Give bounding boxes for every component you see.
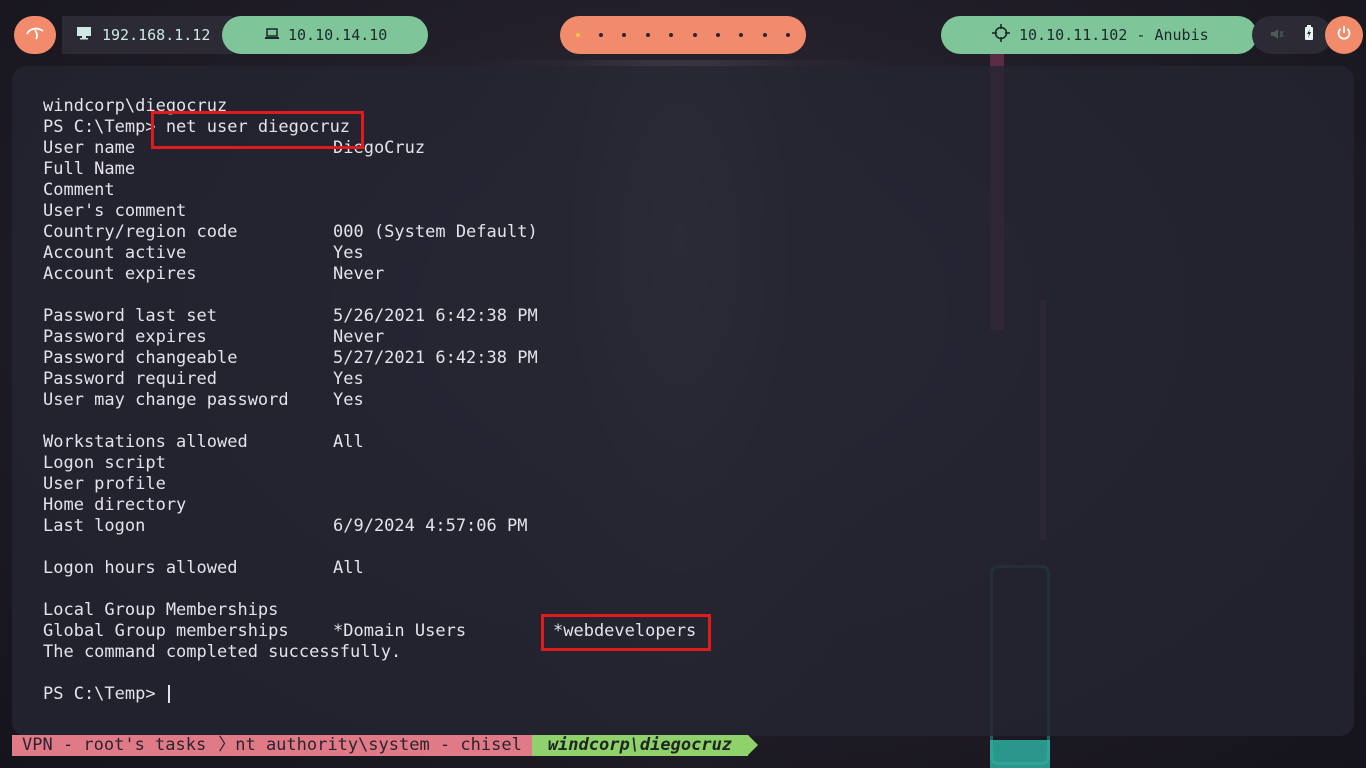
terminal-line: Country/region code 000 (System Default) — [43, 222, 538, 243]
terminal-line-value: Yes — [333, 243, 364, 263]
terminal-line-value: 5/27/2021 6:42:38 PM — [333, 348, 538, 368]
workspace-8[interactable] — [739, 33, 744, 37]
kali-menu-button[interactable] — [14, 16, 56, 54]
terminal-line: Home directory — [43, 495, 186, 516]
volume-icon[interactable] — [1270, 26, 1284, 44]
terminal-line: Global Group memberships *Domain Users *we… — [43, 621, 696, 642]
workspace-4[interactable] — [645, 33, 650, 37]
terminal-line: User may change password Yes — [43, 390, 364, 411]
terminal-line-label: Password expires — [43, 327, 207, 347]
crosshair-icon — [992, 24, 1010, 46]
terminal-line: Workstations allowed All — [43, 432, 364, 453]
terminal-line: Password required Yes — [43, 369, 364, 390]
terminal-line-label: PS C:\Temp> — [43, 684, 166, 704]
terminal-line-label: Password last set — [43, 306, 217, 326]
kali-dragon-icon — [25, 25, 45, 45]
terminal-line: User's comment — [43, 201, 186, 222]
workspace-3[interactable] — [622, 33, 627, 37]
terminal-line: User name DiegoCruz — [43, 138, 425, 159]
terminal-line-label: User profile — [43, 474, 166, 494]
terminal-line-label: Password required — [43, 369, 217, 389]
terminal-line: Account expires Never — [43, 264, 384, 285]
terminal-line: The command completed successfully. — [43, 642, 401, 663]
terminal-line-label: Account expires — [43, 264, 197, 284]
top-bar: 192.168.1.12 10.10.14.10 10.10.11.102 - … — [0, 0, 1366, 66]
laptop-icon — [264, 26, 280, 44]
terminal-line-label: Password changeable — [43, 348, 238, 368]
terminal-line-label: User's comment — [43, 201, 187, 221]
monitor-icon — [76, 26, 92, 44]
target-widget[interactable]: 10.10.11.102 - Anubis — [941, 16, 1257, 54]
workspace-5[interactable] — [669, 33, 674, 37]
vpn-ip-widget[interactable]: 10.10.14.10 — [222, 16, 428, 54]
terminal-line-value: 000 (System Default) — [333, 222, 538, 242]
terminal-line: Local Group Memberships — [43, 600, 278, 621]
text-cursor — [167, 685, 170, 703]
terminal-line: Full Name — [43, 159, 135, 180]
terminal-line-value: Never — [333, 327, 385, 347]
highlight-webdevelopers-box — [541, 614, 711, 651]
workspace-6[interactable] — [692, 33, 697, 37]
highlight-command-box — [151, 111, 364, 149]
terminal-line-label: Last logon — [43, 516, 146, 536]
terminal-line-value: All — [333, 558, 364, 578]
terminal-line-label: Home directory — [43, 495, 187, 515]
local-ip-widget[interactable]: 192.168.1.12 — [62, 16, 232, 54]
status-window-active[interactable]: windcorp\diegocruz — [531, 735, 749, 756]
status-arrow — [748, 735, 759, 755]
terminal-line-label: Full Name — [43, 159, 136, 179]
terminal-line-value: Yes — [333, 390, 364, 410]
terminal-line-label: Logon hours allowed — [43, 558, 238, 578]
power-button[interactable] — [1325, 16, 1363, 54]
terminal-line-label: Global Group memberships — [43, 621, 289, 641]
terminal-line-value: 5/26/2021 6:42:38 PM — [333, 306, 538, 326]
terminal-line-label: Local Group Memberships — [43, 600, 279, 620]
terminal-line: Comment — [43, 180, 115, 201]
terminal-line-label: User name — [43, 138, 136, 158]
workspace-2[interactable] — [599, 33, 604, 37]
status-window-chisel[interactable]: 〉nt authority\system - chisel — [214, 735, 532, 756]
battery-icon[interactable] — [1304, 25, 1314, 45]
terminal-line-label: User may change password — [43, 390, 289, 410]
status-window-vpn[interactable]: VPN - root's tasks — [12, 735, 215, 756]
terminal-line-value: Yes — [333, 369, 364, 389]
workspace-9[interactable] — [762, 33, 767, 37]
terminal-line: Logon script — [43, 453, 166, 474]
terminal-line: PS C:\Temp> — [43, 684, 170, 705]
vpn-ip-text: 10.10.14.10 — [288, 26, 388, 44]
terminal-line-label: Country/region code — [43, 222, 238, 242]
terminal-line-value: All — [333, 432, 364, 452]
terminal-line-value: Never — [333, 264, 385, 284]
terminal-line: Last logon 6/9/2024 4:57:06 PM — [43, 516, 527, 537]
terminal-line: Password last set 5/26/2021 6:42:38 PM — [43, 306, 538, 327]
workspace-7[interactable] — [716, 33, 721, 37]
terminal-line-value: *Domain Users — [333, 621, 467, 641]
terminal-line-label: Logon script — [43, 453, 166, 473]
terminal-line-label: Comment — [43, 180, 115, 200]
power-icon — [1336, 25, 1352, 45]
terminal-line-label: Account active — [43, 243, 187, 263]
target-text: 10.10.11.102 - Anubis — [1019, 26, 1209, 44]
terminal-line: Password expires Never — [43, 327, 384, 348]
terminal-line: Account active Yes — [43, 243, 364, 264]
terminal-line-value: 6/9/2024 4:57:06 PM — [333, 516, 528, 536]
terminal-window[interactable]: windcorp\diegocruz PS C:\Temp> net user d… — [12, 66, 1354, 736]
workspace-1[interactable] — [575, 33, 580, 37]
terminal-line-label: The command completed successfully. — [43, 642, 402, 662]
terminal-line-label: Workstations allowed — [43, 432, 248, 452]
workspace-10[interactable] — [786, 33, 791, 37]
system-tray — [1252, 16, 1332, 54]
terminal-line: User profile — [43, 474, 166, 495]
wallpaper-neon-teal-2 — [990, 740, 1050, 768]
terminal-line: Logon hours allowed All — [43, 558, 364, 579]
terminal-line: Password changeable 5/27/2021 6:42:38 PM — [43, 348, 538, 369]
separator-icon: 〉 — [218, 735, 236, 755]
tmux-status-bar: VPN - root's tasks 〉nt authority\system … — [12, 735, 759, 756]
local-ip-text: 192.168.1.12 — [102, 26, 211, 44]
workspaces-widget — [560, 16, 806, 54]
